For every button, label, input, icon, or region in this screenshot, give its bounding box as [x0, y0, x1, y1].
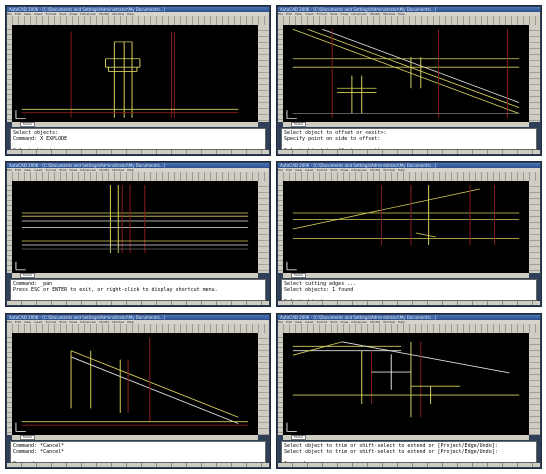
drawing-canvas[interactable]	[12, 25, 258, 122]
status-bar[interactable]	[7, 150, 269, 154]
toolbar[interactable]	[7, 172, 269, 181]
layout-tabs: Model	[283, 435, 529, 440]
command-line[interactable]: Select objects:Command: X EXPLODE Select…	[10, 128, 266, 150]
modify-toolbar[interactable]	[529, 25, 540, 122]
drawing-canvas[interactable]	[12, 181, 258, 273]
layout-tabs: Model	[283, 273, 529, 278]
autocad-window-5: AutoCAD 2006 - [C:\Documents and Setting…	[5, 313, 271, 469]
drawing-canvas[interactable]	[283, 333, 529, 435]
autocad-window-6: AutoCAD 2006 - [C:\Documents and Setting…	[276, 313, 542, 469]
command-line-text: Select object to trim or shift-select to…	[284, 449, 498, 455]
tab-model[interactable]: Model	[20, 435, 36, 440]
drawing-lines	[15, 337, 249, 432]
cad-line	[415, 232, 436, 238]
autocad-window-4: AutoCAD 2006 - [C:\Documents and Setting…	[276, 161, 542, 307]
command-line[interactable]: Command: *Cancel*Command: *Cancel* Comma…	[10, 441, 266, 463]
status-bar[interactable]	[278, 463, 540, 467]
modify-toolbar[interactable]	[529, 333, 540, 435]
command-line[interactable]: Select cutting edges ... Select objects: …	[281, 279, 537, 301]
toolbar[interactable]	[7, 324, 269, 333]
tab-model[interactable]: Model	[291, 122, 307, 127]
tab-model[interactable]: Model	[291, 435, 307, 440]
modify-toolbar[interactable]	[258, 181, 269, 273]
toolbar[interactable]	[278, 16, 540, 25]
layout-tabs: Model	[12, 435, 258, 440]
drawing-canvas[interactable]	[283, 25, 529, 122]
layout-tabs: Model	[283, 122, 529, 127]
toolbar[interactable]	[278, 172, 540, 181]
drawing-canvas[interactable]	[12, 333, 258, 435]
modify-toolbar[interactable]	[258, 25, 269, 122]
status-bar[interactable]	[278, 301, 540, 305]
ucs-icon	[15, 110, 26, 120]
autocad-window-3: AutoCAD 2006 - [C:\Documents and Setting…	[5, 161, 271, 307]
ucs-icon	[286, 110, 297, 120]
tab-model[interactable]: Model	[20, 273, 36, 278]
toolbar[interactable]	[278, 324, 540, 333]
command-line[interactable]: Select object to offset or <exit>: Specif…	[281, 128, 537, 150]
cad-line	[341, 341, 510, 374]
drawing-lines	[15, 185, 249, 271]
command-line[interactable]: Select object to trim or shift-select to…	[281, 441, 537, 463]
command-line[interactable]: Command: _pan Press ESC or ENTER to exit,…	[10, 279, 266, 301]
autocad-window-2: AutoCAD 2006 - [C:\Documents and Setting…	[276, 5, 542, 156]
layout-tabs: Model	[12, 122, 258, 127]
modify-toolbar[interactable]	[258, 333, 269, 435]
drawing-canvas[interactable]	[283, 181, 529, 273]
autocad-window-1: AutoCAD 2006 - [C:\Documents and Setting…	[5, 5, 271, 156]
ucs-icon	[286, 422, 297, 432]
ucs-icon	[15, 261, 26, 271]
status-bar[interactable]	[7, 301, 269, 305]
cad-line	[70, 350, 239, 418]
status-bar[interactable]	[278, 150, 540, 154]
tab-model[interactable]: Model	[291, 273, 307, 278]
toolbar[interactable]	[7, 16, 269, 25]
ucs-icon	[15, 422, 26, 432]
drawing-lines	[286, 341, 520, 432]
drawing-lines	[286, 28, 520, 120]
cad-line	[292, 28, 520, 114]
cad-line	[307, 28, 520, 109]
modify-toolbar[interactable]	[529, 181, 540, 273]
cad-line	[70, 356, 239, 424]
status-bar[interactable]	[7, 463, 269, 467]
cad-line	[292, 341, 343, 356]
ucs-icon	[286, 261, 297, 271]
tab-model[interactable]: Model	[20, 122, 36, 127]
cad-line	[292, 188, 480, 230]
drawing-lines	[286, 185, 520, 271]
drawing-lines	[15, 31, 239, 120]
layout-tabs: Model	[12, 273, 258, 278]
